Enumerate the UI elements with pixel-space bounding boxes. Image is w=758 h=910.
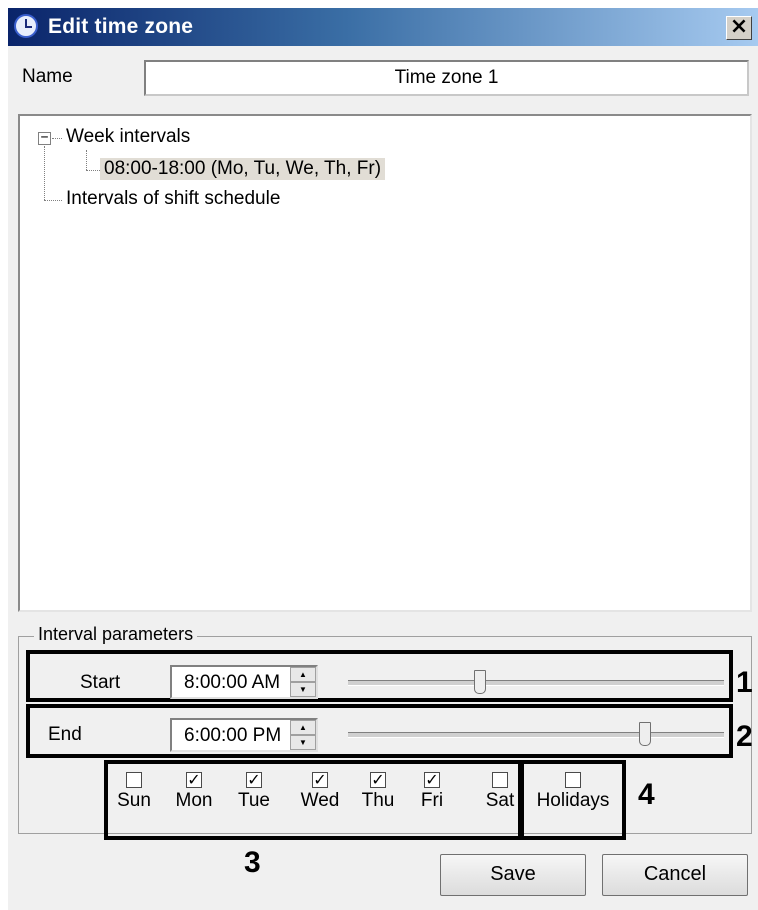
end-row-highlight [26, 704, 733, 758]
day-checkbox[interactable] [126, 772, 142, 788]
day-label: Tue [237, 790, 271, 811]
holidays-option[interactable]: Holidays [528, 772, 618, 812]
end-slider-track[interactable] [348, 732, 724, 738]
edit-time-zone-dialog: Edit time zone × Name Time zone 1 − Week… [8, 8, 758, 910]
tree-connector [52, 138, 62, 139]
day-checkbox[interactable]: ✓ [312, 772, 328, 788]
name-label: Name [22, 66, 73, 87]
tree-node-shift-schedule[interactable]: Intervals of shift schedule [66, 188, 280, 210]
callout-2: 2 [736, 720, 753, 753]
start-time-value[interactable]: 8:00:00 AM [184, 672, 288, 694]
tree-node-interval-item[interactable]: 08:00-18:00 (Mo, Tu, We, Th, Fr) [100, 158, 386, 180]
day-sun[interactable]: Sun [104, 772, 164, 812]
title-bar[interactable]: Edit time zone × [8, 8, 758, 46]
tree-connector [44, 146, 45, 200]
day-checkbox[interactable]: ✓ [246, 772, 262, 788]
day-label: Wed [300, 790, 340, 811]
callout-4: 4 [638, 778, 655, 811]
window-title: Edit time zone [48, 15, 194, 38]
day-checkbox[interactable]: ✓ [370, 772, 386, 788]
day-fri[interactable]: ✓ Fri [402, 772, 462, 812]
day-label: Thu [361, 790, 395, 811]
start-time-spinner[interactable]: 8:00:00 AM ▲ ▼ [170, 665, 318, 699]
tree-node-week-intervals[interactable]: Week intervals [66, 126, 190, 148]
cancel-button[interactable]: Cancel [602, 854, 748, 896]
holidays-checkbox[interactable] [565, 772, 581, 788]
spin-down-icon[interactable]: ▼ [290, 735, 316, 750]
day-thu[interactable]: ✓ Thu [348, 772, 408, 812]
spin-up-icon[interactable]: ▲ [290, 667, 316, 682]
day-checkbox[interactable]: ✓ [186, 772, 202, 788]
day-checkbox[interactable]: ✓ [424, 772, 440, 788]
name-input[interactable]: Time zone 1 [144, 60, 749, 96]
spin-up-icon[interactable]: ▲ [290, 720, 316, 735]
callout-3: 3 [244, 846, 261, 879]
clock-icon [14, 14, 38, 38]
save-button[interactable]: Save [440, 854, 586, 896]
day-label: Mon [175, 790, 213, 811]
holidays-label: Holidays [536, 790, 610, 811]
collapse-toggle-icon[interactable]: − [38, 131, 51, 145]
day-label: Fri [420, 790, 444, 811]
intervals-tree[interactable]: − Week intervals 08:00-18:00 (Mo, Tu, We… [18, 114, 752, 612]
day-wed[interactable]: ✓ Wed [290, 772, 350, 812]
end-label: End [48, 724, 82, 745]
start-row-highlight [26, 650, 733, 702]
interval-parameters-title: Interval parameters [34, 624, 198, 645]
tree-connector [44, 200, 62, 201]
start-slider-track[interactable] [348, 680, 724, 686]
day-checkbox[interactable] [492, 772, 508, 788]
close-button[interactable]: × [726, 16, 752, 40]
day-tue[interactable]: ✓ Tue [224, 772, 284, 812]
start-label: Start [80, 672, 121, 693]
end-slider-thumb[interactable] [639, 722, 652, 746]
tree-connector [86, 150, 87, 170]
day-mon[interactable]: ✓ Mon [164, 772, 224, 812]
end-time-spinner[interactable]: 6:00:00 PM ▲ ▼ [170, 718, 318, 752]
start-slider-thumb[interactable] [473, 670, 486, 694]
callout-1: 1 [736, 666, 753, 699]
end-time-value[interactable]: 6:00:00 PM [184, 725, 288, 747]
spin-down-icon[interactable]: ▼ [290, 682, 316, 697]
day-label: Sun [117, 790, 151, 811]
